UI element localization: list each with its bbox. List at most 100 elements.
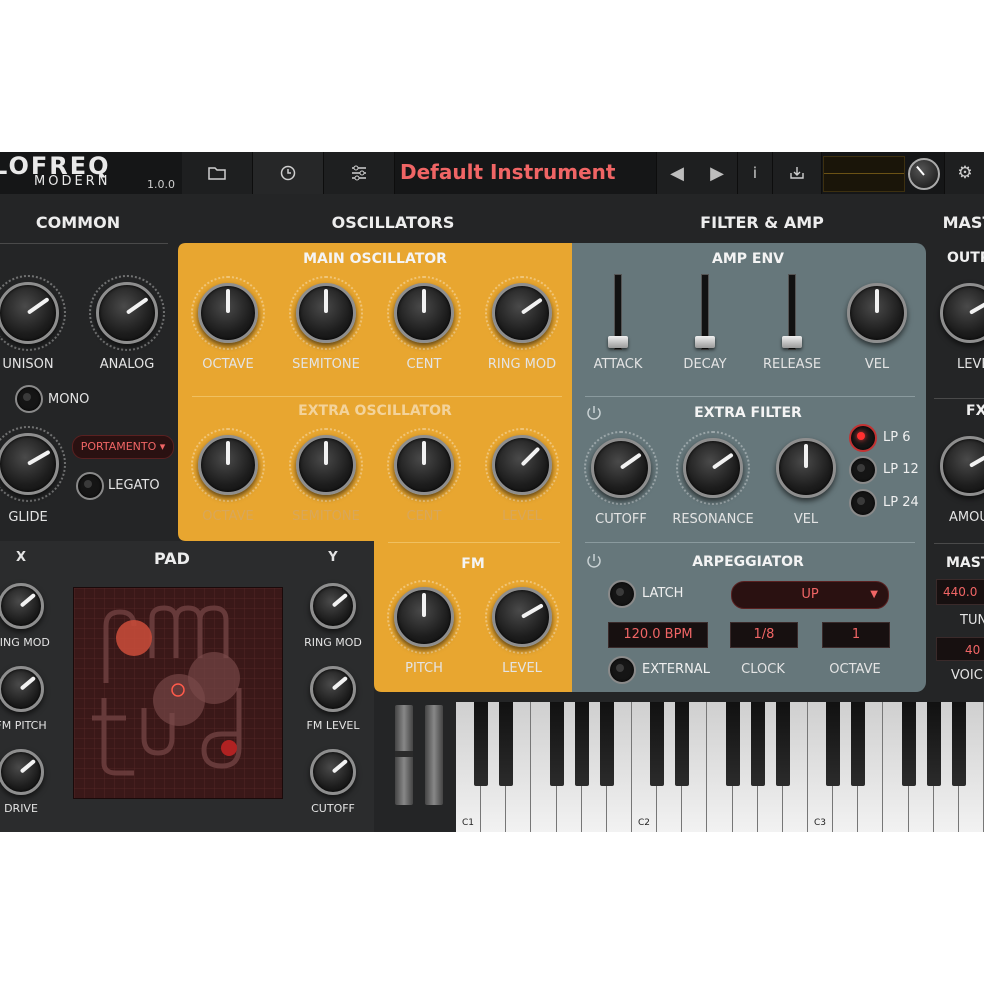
black-key[interactable] [851,702,866,786]
master-voices-display[interactable]: 40 [936,637,984,661]
knob-indicator [324,441,328,465]
pad-y-ring-mod-label: RING MOD [304,636,362,649]
black-key[interactable] [599,702,614,786]
pad-y-fm-level-knob[interactable] [310,666,356,712]
black-key[interactable] [499,702,514,786]
xy-pad[interactable] [73,587,283,799]
knob-indicator [19,676,36,691]
amp-vel-knob[interactable] [847,283,907,343]
extra-level-knob[interactable] [492,435,552,495]
filter-vel-knob[interactable] [776,438,836,498]
pad-x-ring-mod-label: RING MOD [0,636,50,649]
filter-mode-lp24-radio[interactable] [849,489,877,517]
portamento-dropdown[interactable]: PORTAMENTO ▾ [72,435,174,459]
pitch-bend-wheel[interactable] [395,705,413,805]
attack-fader[interactable] [608,336,628,348]
extra-semitone-label: SEMITONE [292,509,360,524]
black-key[interactable] [826,702,841,786]
main-octave-knob[interactable] [198,283,258,343]
knob-indicator [521,603,544,619]
black-key[interactable] [574,702,589,786]
extra-semitone-knob[interactable] [296,435,356,495]
filter-mode-lp6-label: LP 6 [883,430,911,445]
filter-mode-lp6-radio[interactable] [849,424,877,452]
main-semitone-knob[interactable] [296,283,356,343]
release-label: RELEASE [762,357,822,372]
black-key[interactable] [474,702,489,786]
pad-x-drive-knob[interactable] [0,749,44,795]
mono-toggle[interactable] [15,385,43,413]
knob-indicator [331,676,348,691]
filter-mode-lp24-label: LP 24 [883,495,919,510]
arp-external-toggle[interactable] [608,656,636,684]
knob-indicator [331,593,348,608]
arp-octave-label: OCTAVE [829,662,881,677]
arp-octave-display[interactable]: 1 [822,622,890,648]
pad-x-ring-mod-knob[interactable] [0,583,44,629]
master-output-label: OUTP [947,250,984,266]
filter-cutoff-knob[interactable] [591,438,651,498]
master-partial: OUTP LEVE FX AMOU MAST 440.0 TUN 40 VOIC… [934,243,984,693]
release-fader[interactable] [782,336,802,348]
filter-vel-label: VEL [793,512,819,527]
pad-y-cutoff-knob[interactable] [310,749,356,795]
main-semitone-label: SEMITONE [292,357,360,372]
knob-indicator [520,446,541,467]
pad-x-fm-pitch-knob[interactable] [0,666,44,712]
arp-power-icon[interactable] [585,552,603,570]
master-divider-2 [934,543,984,544]
chevron-down-icon: ▼ [870,589,878,600]
glide-label: GLIDE [8,510,48,525]
knob-indicator [619,452,642,470]
arp-bpm-display[interactable]: 120.0 BPM [608,622,708,648]
extra-cent-knob[interactable] [394,435,454,495]
knob-indicator [422,289,426,313]
pad-y-ring-mod-knob[interactable] [310,583,356,629]
main-ring-mod-label: RING MOD [487,357,557,372]
filter-mode-lp12-radio[interactable] [849,456,877,484]
master-level-label: LEVE [957,357,984,372]
amp-vel-label: VEL [864,357,890,372]
mod-wheel[interactable] [425,705,443,805]
knob-indicator [969,299,984,315]
black-key[interactable] [549,702,564,786]
filter-resonance-knob[interactable] [683,438,743,498]
fm-title: FM [461,556,485,572]
main-oscillator-title: MAIN OSCILLATOR [303,251,447,267]
black-key[interactable] [725,702,740,786]
extra-filter-power-icon[interactable] [585,404,603,422]
arp-direction-dropdown[interactable]: UP ▼ [731,581,889,609]
master-output-knob[interactable] [940,283,984,343]
legato-label: LEGATO [108,478,160,493]
arp-latch-toggle[interactable] [608,580,636,608]
main-ring-mod-knob[interactable] [492,283,552,343]
fm-level-knob[interactable] [492,587,552,647]
legato-toggle[interactable] [76,472,104,500]
pad-x-label: X [15,550,27,565]
glide-knob[interactable] [0,433,59,495]
master-master-label: MAST [946,555,984,571]
extra-octave-knob[interactable] [198,435,258,495]
black-key[interactable] [951,702,966,786]
analog-knob[interactable] [96,282,158,344]
unison-knob[interactable] [0,282,59,344]
knob-indicator [520,297,543,315]
fm-pitch-knob[interactable] [394,587,454,647]
master-fx-amount-knob[interactable] [940,436,984,496]
extra-level-label: LEVEL [502,509,542,524]
black-key[interactable] [750,702,765,786]
black-key[interactable] [675,702,690,786]
decay-fader[interactable] [695,336,715,348]
fm-level-label: LEVEL [502,661,542,676]
black-key[interactable] [650,702,665,786]
arp-clock-display[interactable]: 1/8 [730,622,798,648]
black-key[interactable] [926,702,941,786]
main-cent-knob[interactable] [394,283,454,343]
arpeggiator-title: ARPEGGIATOR [692,554,804,570]
black-key[interactable] [901,702,916,786]
knob-indicator [711,452,734,470]
master-tune-display[interactable]: 440.0 [936,579,984,605]
pad-x-drive-label: DRIVE [4,802,38,815]
fm-pitch-label: PITCH [405,661,443,676]
black-key[interactable] [775,702,790,786]
